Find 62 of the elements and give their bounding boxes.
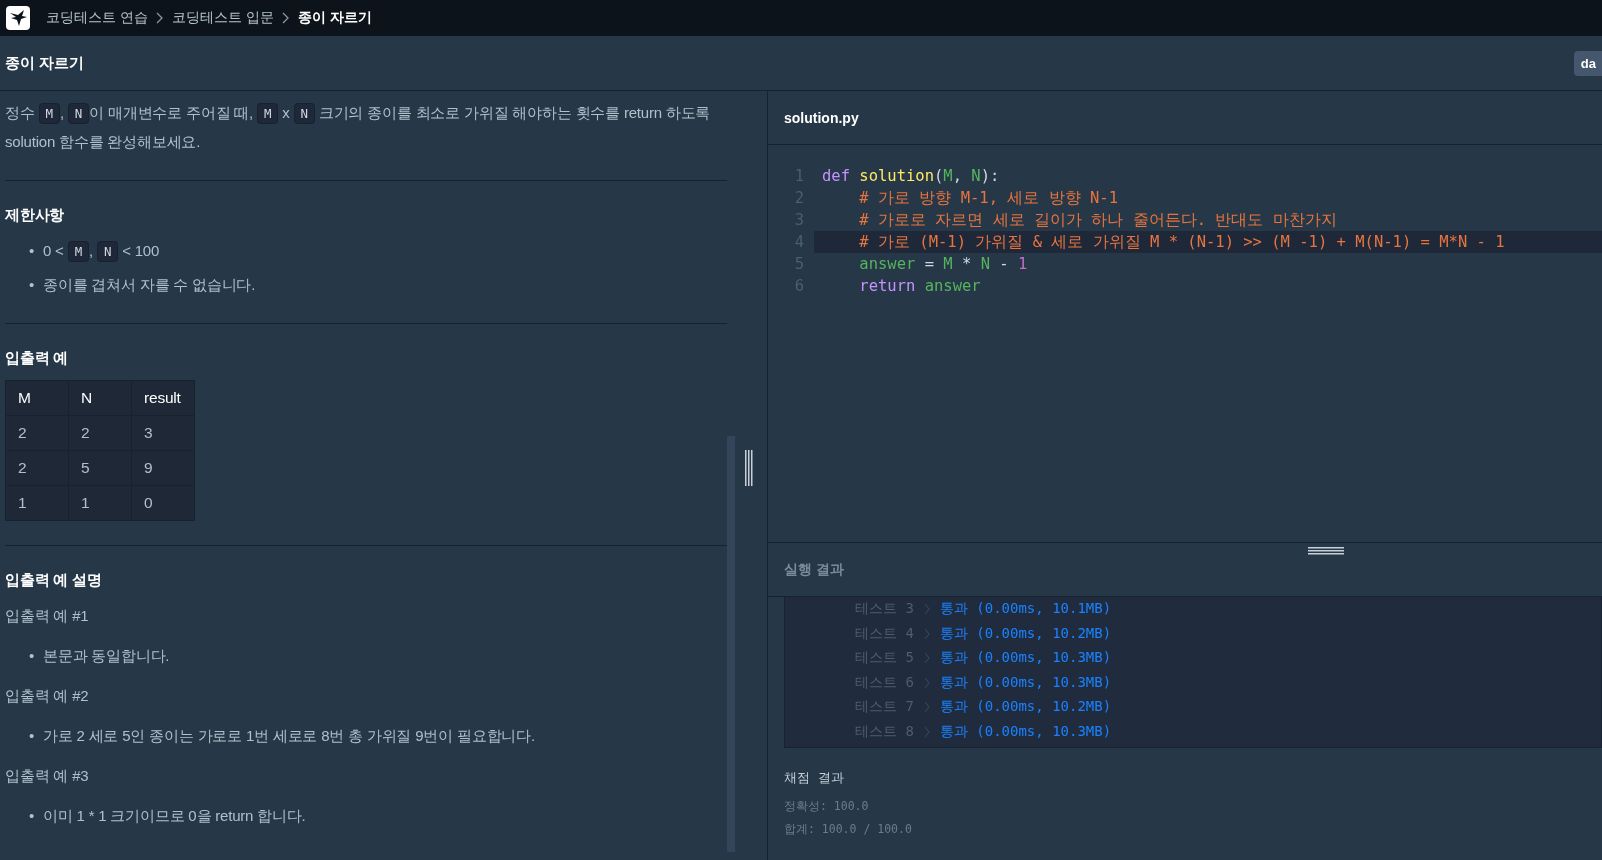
- table-cell: 5: [68, 450, 132, 486]
- table-cell: 1: [5, 485, 69, 521]
- list-bullet: •: [29, 275, 36, 295]
- code-line[interactable]: return answer: [814, 275, 1602, 297]
- list-item: 0 < M , N < 100: [43, 237, 160, 266]
- resize-handle-icon[interactable]: [1308, 547, 1344, 555]
- logo-icon: [6, 6, 30, 30]
- code-line[interactable]: # 가로 방향 M-1, 세로 방향 N-1: [814, 187, 1602, 209]
- test-result: 통과 (0.00ms, 10.3MB): [939, 673, 1112, 692]
- list-bullet: •: [29, 806, 36, 826]
- table-cell: 2: [68, 415, 132, 451]
- chevron-icon: [923, 603, 930, 616]
- table-header: M: [5, 380, 69, 416]
- file-name: solution.py: [784, 109, 859, 126]
- table-cell: 2: [5, 415, 69, 451]
- code-line[interactable]: # 가로로 자르면 세로 길이가 하나 줄어든다. 반대도 마찬가지: [814, 209, 1602, 231]
- scoring-title: 채점 결과: [784, 770, 845, 787]
- scoring-line: 정확성: 100.0: [784, 799, 870, 814]
- list-item: 종이를 겹쳐서 자를 수 없습니다.: [43, 275, 256, 295]
- chevron-icon: [923, 627, 930, 640]
- table-cell: 1: [68, 485, 132, 521]
- scrollbar[interactable]: [727, 436, 735, 852]
- chevron-icon: [923, 725, 930, 738]
- chevron-icon: [923, 701, 930, 714]
- code-line[interactable]: def solution(M, N):: [814, 165, 1602, 187]
- table-cell: 3: [131, 415, 195, 451]
- list-item: 가로 2 세로 5인 종이는 가로로 1번 세로로 8번 총 가위질 9번이 필요합니다.: [43, 726, 535, 746]
- problem-title: 종이 자르기: [5, 53, 85, 73]
- code-line[interactable]: answer = M * N - 1: [814, 253, 1602, 275]
- results-title: 실행 결과: [784, 560, 844, 579]
- table-cell: 2: [5, 450, 69, 486]
- list-item: 본문과 동일합니다.: [43, 646, 170, 666]
- description-text: 입출력 예 #3: [5, 766, 90, 786]
- test-result: 통과 (0.00ms, 10.3MB): [939, 722, 1112, 741]
- list-bullet: •: [29, 646, 36, 666]
- breadcrumb-link[interactable]: 코딩테스트 연습: [46, 9, 148, 27]
- chevron-icon: [923, 652, 930, 665]
- scoring-line: 합계: 100.0 / 100.0: [784, 822, 913, 837]
- description-text: 입출력 예 #2: [5, 686, 90, 706]
- resize-handle-icon[interactable]: [745, 450, 753, 486]
- table-cell: 0: [131, 485, 195, 521]
- section-heading: 입출력 예: [5, 349, 70, 368]
- section-heading: 입출력 예 설명: [5, 571, 103, 590]
- table-header: result: [131, 380, 195, 416]
- test-result: 통과 (0.00ms, 10.2MB): [939, 624, 1112, 643]
- chevron-icon: [281, 12, 290, 24]
- description-text: 입출력 예 #1: [5, 606, 90, 626]
- breadcrumb-link[interactable]: 종이 자르기: [297, 9, 372, 27]
- test-result: 통과 (0.00ms, 10.3MB): [939, 649, 1112, 668]
- list-bullet: •: [29, 241, 36, 261]
- chevron-icon: [923, 676, 930, 689]
- chevron-icon: [155, 12, 164, 24]
- header-button[interactable]: da: [1573, 50, 1602, 76]
- test-result: 통과 (0.00ms, 10.2MB): [939, 698, 1112, 717]
- section-heading: 제한사항: [5, 206, 66, 225]
- table-cell: 9: [131, 450, 195, 486]
- list-item: 이미 1 * 1 크기이므로 0을 return 합니다.: [43, 806, 306, 826]
- test-result: 통과 (0.00ms, 10.1MB): [939, 600, 1112, 619]
- table-header: N: [68, 380, 132, 416]
- breadcrumb-link[interactable]: 코딩테스트 입문: [171, 9, 274, 27]
- list-bullet: •: [29, 726, 36, 746]
- description-text: 정수 M , N 이 매개변수로 주어질 때, M x N 크기의 종이를 최소로 가위질 해야하는 횟수를 return 하도록 solution 함수를 완성해보세요.: [5, 102, 712, 152]
